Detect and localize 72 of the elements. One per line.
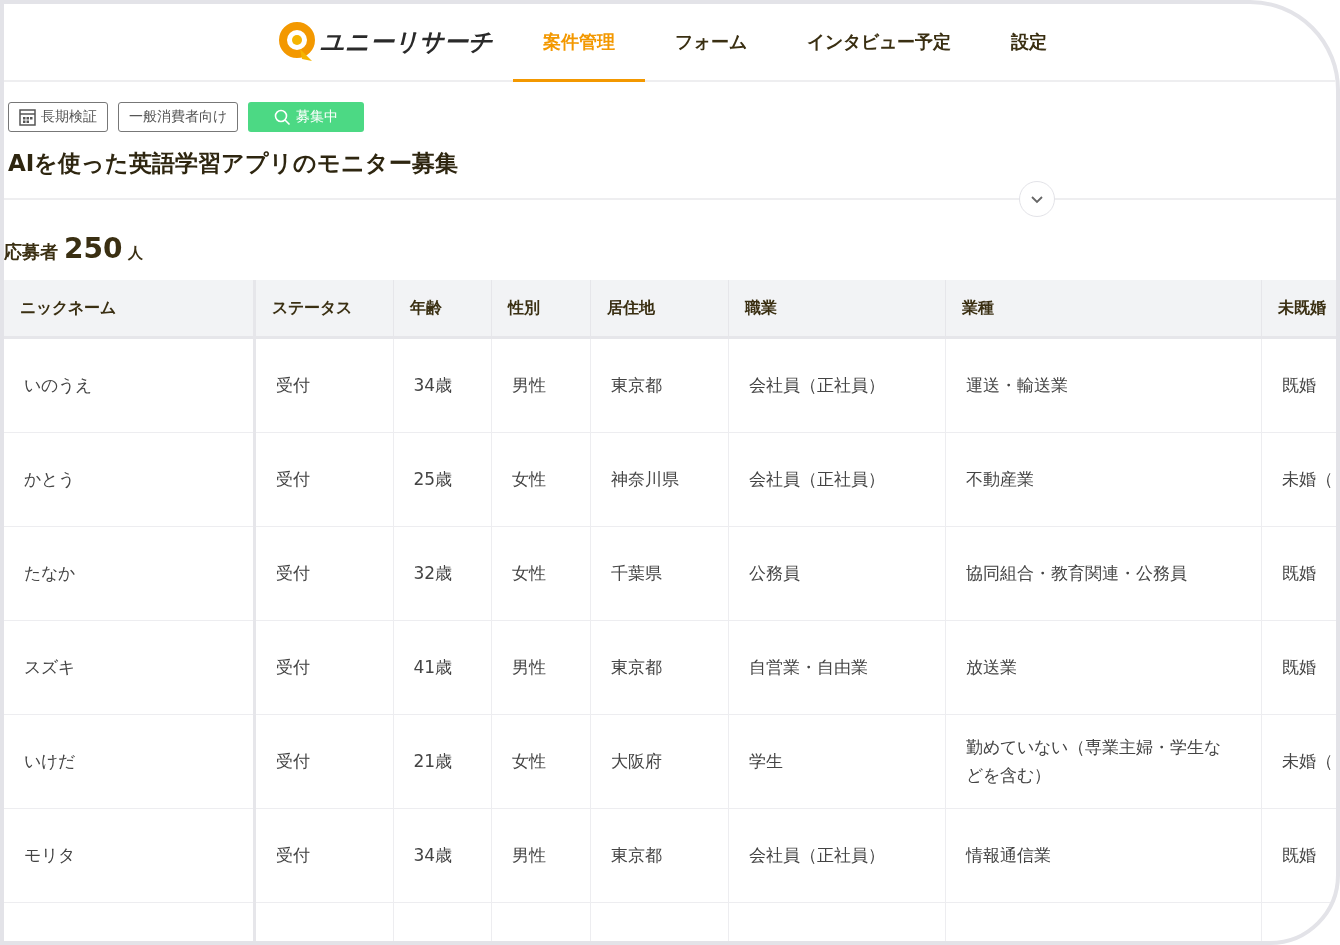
- table-cell: 25歳: [393, 432, 491, 527]
- table-cell: 受付: [254, 714, 393, 809]
- table-cell: 放送業: [945, 620, 1261, 715]
- table-cell: 受付: [254, 432, 393, 527]
- table-cell: 大阪府: [590, 714, 728, 809]
- table-cell: 32歳: [393, 526, 491, 621]
- table-cell: 自営業・自由業: [728, 620, 945, 715]
- table-cell: 既婚: [1261, 808, 1336, 903]
- applicants-label: 応募者: [4, 240, 58, 264]
- table-cell: 学生: [728, 714, 945, 809]
- table-cell: 東京都: [590, 620, 728, 715]
- table-cell: 既婚: [1261, 526, 1336, 621]
- applicants-unit: 人: [128, 244, 144, 263]
- search-icon: [274, 108, 291, 126]
- column-header: 年齢: [393, 280, 491, 338]
- table-cell: 受付: [254, 808, 393, 903]
- applicants-count: 250: [64, 232, 123, 265]
- column-header: 職業: [728, 280, 945, 338]
- tag: 募集中: [248, 102, 364, 132]
- table-cell: 協同組合・教育関連・公務員: [945, 526, 1261, 621]
- table-cell: 男性: [491, 808, 590, 903]
- nav-tab[interactable]: インタビュー予定: [777, 4, 981, 82]
- table-cell: いけだ: [4, 714, 254, 809]
- table-cell: 男性: [491, 337, 590, 433]
- column-header: 性別: [491, 280, 590, 338]
- table-cell: 会社員（正社員）: [728, 808, 945, 903]
- table-cell: 21歳: [393, 714, 491, 809]
- nav-tab[interactable]: 設定: [981, 4, 1077, 82]
- calendar-icon: [19, 108, 36, 126]
- table-cell: 男性: [491, 620, 590, 715]
- nav-tab[interactable]: フォーム: [645, 4, 777, 82]
- expand-button[interactable]: [1019, 181, 1055, 217]
- tag: 長期検証: [8, 102, 108, 132]
- table-cell: 41歳: [393, 620, 491, 715]
- column-header: 居住地: [590, 280, 728, 338]
- table-cell: 会社員（正社員）: [728, 337, 945, 433]
- table-cell: スズキ: [4, 620, 254, 715]
- column-header: 業種: [945, 280, 1261, 338]
- table-cell: 運送・輸送業: [945, 337, 1261, 433]
- table-cell: 受付: [254, 620, 393, 715]
- logo-icon: [278, 21, 316, 63]
- table-cell: 東京都: [590, 808, 728, 903]
- table-cell: 既婚: [1261, 337, 1336, 433]
- column-header: ニックネーム: [4, 280, 254, 338]
- table-cell: 女性: [491, 526, 590, 621]
- table-cell: 千葉県: [590, 526, 728, 621]
- table-cell: 女性: [491, 432, 590, 527]
- table-cell: 未婚（: [1261, 432, 1336, 527]
- table-cell: 女性: [491, 714, 590, 809]
- table-cell: 情報通信業: [945, 808, 1261, 903]
- table-cell: 34歳: [393, 808, 491, 903]
- table-cell: 会社員（正社員）: [728, 432, 945, 527]
- table-cell: モリタ: [4, 808, 254, 903]
- column-header: ステータス: [254, 280, 393, 338]
- column-header: 未既婚: [1261, 280, 1336, 338]
- table-cell: 勤めていない（専業主婦・学生などを含む）: [945, 714, 1261, 809]
- table-cell: 東京都: [590, 337, 728, 433]
- project-title: AIを使った英語学習アプリのモニター募集: [8, 149, 460, 178]
- tag: 一般消費者向け: [118, 102, 238, 132]
- logo-text: ユニーリサーチ: [320, 27, 493, 58]
- table-cell: 既婚: [1261, 620, 1336, 715]
- table-cell: 受付: [254, 526, 393, 621]
- table-cell: いのうえ: [4, 337, 254, 433]
- table-cell: かとう: [4, 432, 254, 527]
- table-cell: 公務員: [728, 526, 945, 621]
- table-cell: 未婚（: [1261, 714, 1336, 809]
- table-cell: 不動産業: [945, 432, 1261, 527]
- table-cell: 受付: [254, 337, 393, 433]
- table-cell: たなか: [4, 526, 254, 621]
- table-cell: 神奈川県: [590, 432, 728, 527]
- chevron-down-icon: [1030, 194, 1044, 204]
- table-cell: 34歳: [393, 337, 491, 433]
